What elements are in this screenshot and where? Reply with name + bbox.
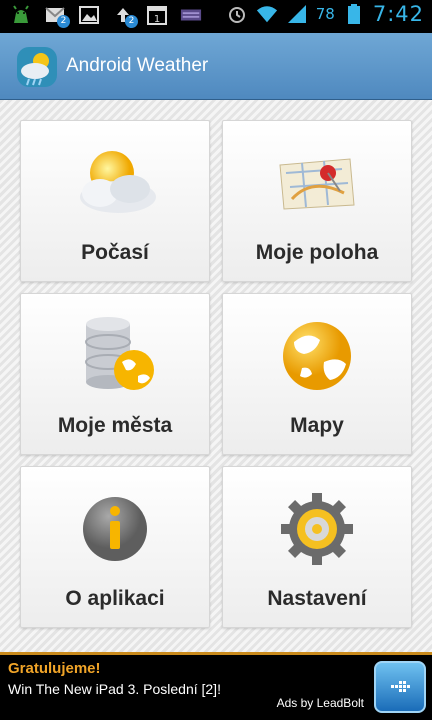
battery-level: 78 — [315, 5, 335, 23]
map-pin-icon — [272, 143, 362, 223]
status-bar: 2 2 1 78 7:42 — [0, 0, 432, 33]
calendar-day: 1 — [154, 14, 160, 25]
tile-label-maps: Mapy — [290, 414, 344, 437]
database-globe-icon — [70, 316, 160, 396]
tile-weather[interactable]: Počasí — [20, 120, 210, 282]
ad-text: Win The New iPad 3. Poslední [2]! — [8, 681, 221, 697]
download-arrow-icon — [391, 681, 410, 692]
tile-settings[interactable]: Nastavení — [222, 466, 412, 628]
alarm-icon — [226, 3, 248, 25]
image-icon — [78, 4, 100, 26]
app-title: Android Weather — [66, 55, 209, 76]
notification-icons: 2 2 1 — [10, 4, 202, 28]
tile-about[interactable]: O aplikaci — [20, 466, 210, 628]
app-logo-icon[interactable] — [15, 45, 59, 89]
weather-cloud-sun-icon — [70, 143, 160, 223]
gmail-icon: 2 — [44, 4, 70, 28]
gmail-badge: 2 — [57, 15, 70, 28]
gear-icon — [272, 489, 362, 569]
tile-my-location[interactable]: Moje poloha — [222, 120, 412, 282]
dashboard-grid: Počasí Moje poloha Moje města Mapy O apl… — [0, 100, 432, 652]
battery-icon — [343, 3, 365, 25]
clock: 7:42 — [372, 2, 424, 26]
globe-icon — [272, 316, 362, 396]
system-icons: 78 7:42 — [226, 2, 424, 26]
android-icon — [10, 4, 32, 26]
signal-icon — [286, 3, 308, 25]
ad-attribution: Ads by LeadBolt — [276, 696, 364, 710]
tile-label-my-cities: Moje města — [57, 414, 173, 437]
upload-badge: 2 — [125, 15, 138, 28]
ad-action-button[interactable] — [374, 661, 426, 713]
action-bar: Android Weather — [0, 33, 432, 100]
tile-my-cities[interactable]: Moje města — [20, 293, 210, 455]
tile-label-about: O aplikaci — [65, 587, 165, 610]
info-icon — [70, 489, 160, 569]
calendar-icon: 1 — [146, 4, 168, 26]
ad-banner[interactable]: Gratulujeme! Win The New iPad 3. Posledn… — [0, 652, 432, 720]
tile-label-settings: Nastavení — [267, 587, 367, 610]
tile-label-weather: Počasí — [81, 241, 149, 264]
wifi-icon — [256, 3, 278, 25]
keyboard-icon — [180, 4, 202, 26]
tile-maps[interactable]: Mapy — [222, 293, 412, 455]
tile-label-my-location: Moje poloha — [255, 241, 379, 264]
upload-icon: 2 — [112, 4, 138, 28]
ad-title: Gratulujeme! — [8, 660, 101, 677]
